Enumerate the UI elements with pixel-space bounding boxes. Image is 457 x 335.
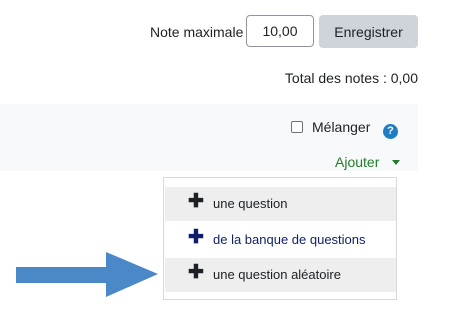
annotation-arrow-icon xyxy=(16,252,158,297)
plus-icon: ✚ xyxy=(188,227,204,248)
menu-item-from-question-bank[interactable]: ✚ de la banque de questions xyxy=(165,223,396,257)
chevron-down-icon[interactable] xyxy=(392,160,400,165)
save-button[interactable]: Enregistrer xyxy=(319,15,418,48)
shuffle-label: Mélanger xyxy=(312,119,371,135)
add-menu: ✚ une question ✚ de la banque de questio… xyxy=(163,177,397,300)
plus-icon: ✚ xyxy=(188,191,204,212)
total-grades-text: Total des notes : 0,00 xyxy=(284,70,418,86)
shuffle-checkbox[interactable] xyxy=(291,121,303,133)
help-icon[interactable]: ? xyxy=(383,124,398,139)
add-dropdown-toggle[interactable]: Ajouter xyxy=(335,154,379,170)
menu-item-add-random-question[interactable]: ✚ une question aléatoire xyxy=(165,258,396,292)
plus-icon: ✚ xyxy=(188,262,204,283)
max-grade-input[interactable] xyxy=(246,15,314,47)
menu-item-label: une question xyxy=(213,196,288,211)
menu-item-label: une question aléatoire xyxy=(213,267,341,282)
menu-item-add-question[interactable]: ✚ une question xyxy=(165,187,396,221)
menu-item-label: de la banque de questions xyxy=(213,232,366,247)
max-grade-label: Note maximale xyxy=(150,24,244,40)
